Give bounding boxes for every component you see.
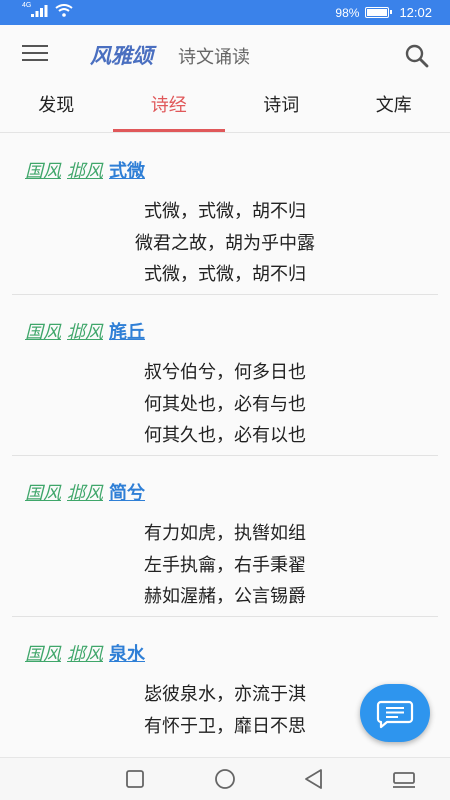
poem-line: 有力如虎，执辔如组 (144, 523, 306, 544)
poem-section[interactable]: 邶风 (67, 644, 103, 665)
poem-line: 微君之故，胡为乎中露 (135, 232, 315, 254)
poem-line: 式微，式微，胡不归 (144, 264, 306, 285)
poem-header: 国风 邶风 旄丘 (25, 318, 145, 344)
poem-lines: 式微，式微，胡不归 微君之故，胡为乎中露 式微，式微，胡不归 (12, 196, 438, 291)
poem-category[interactable]: 国风 (25, 483, 61, 504)
tab-shijing[interactable]: 诗经 (112, 83, 226, 132)
notification-shade-icon[interactable] (389, 766, 419, 792)
poem-header: 国风 邶风 简兮 (25, 479, 145, 505)
poem-list[interactable]: 国风 邶风 式微 式微，式微，胡不归 微君之故，胡为乎中露 式微，式微，胡不归 国风… (0, 134, 450, 754)
app-bar: 风雅颂 诗文诵读 (0, 25, 450, 83)
poem-lines: 有力如虎，执辔如组 左手执龠，右手秉翟 赫如渥赭，公言锡爵 (12, 518, 438, 613)
status-right: 98% 12:02 (335, 5, 432, 20)
battery-icon (365, 7, 393, 18)
tab-bar: 发现 诗经 诗词 文库 (0, 83, 450, 133)
poem-title[interactable]: 简兮 (109, 483, 145, 504)
back-icon[interactable] (299, 766, 329, 792)
poem-line (12, 742, 438, 754)
wifi-icon (55, 4, 73, 17)
poem-line: 叔兮伯兮，何多日也 (144, 362, 306, 383)
poem-section[interactable]: 邶风 (67, 161, 103, 182)
message-icon (376, 700, 414, 729)
app-title: 风雅颂 (90, 43, 153, 68)
poem-card[interactable]: 国风 邶风 旄丘 叔兮伯兮，何多日也 何其处也，必有与也 何其久也，必有以也 (12, 295, 438, 456)
tab-discover[interactable]: 发现 (0, 83, 113, 132)
poem-category[interactable]: 国风 (25, 644, 61, 665)
status-left: 4G (22, 2, 73, 17)
poem-category[interactable]: 国风 (25, 322, 61, 343)
app-subtitle: 诗文诵读 (178, 47, 250, 68)
home-icon[interactable] (210, 766, 240, 792)
poem-section[interactable]: 邶风 (67, 483, 103, 504)
poem-line: 何其处也，必有与也 (144, 393, 306, 415)
poem-title[interactable]: 泉水 (109, 644, 145, 665)
tab-library[interactable]: 文库 (338, 83, 450, 132)
poem-title[interactable]: 旄丘 (109, 322, 145, 343)
message-fab-button[interactable] (360, 684, 430, 742)
poem-line: 左手执龠，右手秉翟 (144, 554, 306, 576)
tab-shici[interactable]: 诗词 (225, 83, 338, 132)
poem-section[interactable]: 邶风 (67, 322, 103, 343)
hamburger-menu-icon[interactable] (22, 45, 48, 65)
poem-header: 国风 邶风 式微 (25, 157, 145, 183)
status-bar: 4G 98% 12:02 (0, 0, 450, 25)
poem-title[interactable]: 式微 (109, 161, 145, 182)
recent-apps-icon[interactable] (120, 766, 150, 792)
poem-card[interactable]: 国风 邶风 式微 式微，式微，胡不归 微君之故，胡为乎中露 式微，式微，胡不归 (12, 134, 438, 295)
clock: 12:02 (399, 5, 432, 20)
poem-card[interactable]: 国风 邶风 简兮 有力如虎，执辔如组 左手执龠，右手秉翟 赫如渥赭，公言锡爵 (12, 456, 438, 617)
battery-percent: 98% (335, 5, 360, 20)
system-nav-bar (0, 757, 450, 800)
network-label: 4G (22, 2, 32, 9)
poem-line: 何其久也，必有以也 (144, 425, 306, 446)
poem-lines: 叔兮伯兮，何多日也 何其处也，必有与也 何其久也，必有以也 (12, 357, 438, 452)
poem-line: 赫如渥赭，公言锡爵 (144, 586, 306, 607)
poem-line: 式微，式微，胡不归 (144, 201, 306, 222)
poem-category[interactable]: 国风 (25, 161, 61, 182)
search-icon[interactable] (404, 43, 430, 69)
signal-icon (31, 4, 48, 17)
poem-header: 国风 邶风 泉水 (25, 640, 145, 666)
